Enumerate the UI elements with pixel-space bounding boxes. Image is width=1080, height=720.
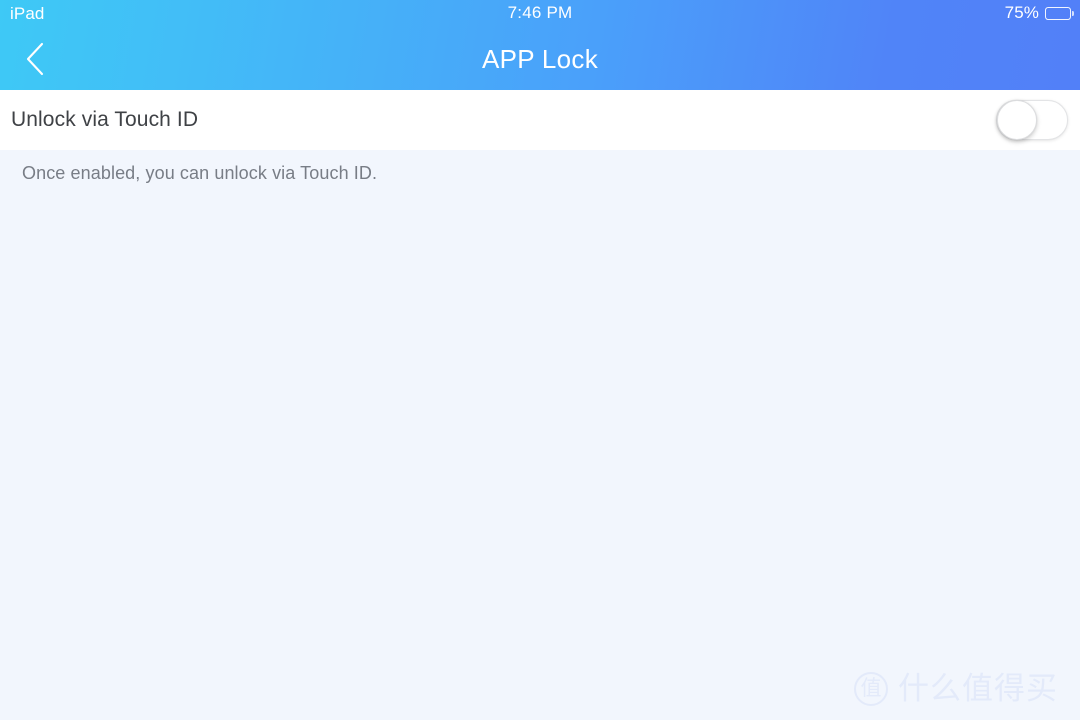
status-bar: iPad 7:46 PM 75%	[0, 0, 1080, 28]
watermark-badge-icon: 值	[854, 672, 888, 706]
touch-id-toggle[interactable]	[996, 100, 1068, 140]
page-title: APP Lock	[481, 44, 599, 74]
status-bar-right-group: 75%	[1004, 3, 1075, 23]
status-time: 7:46 PM	[507, 3, 573, 22]
watermark-text: 什么值得买	[898, 671, 1058, 707]
watermark: 值 什么值得买	[854, 672, 1058, 706]
toggle-knob	[997, 100, 1037, 140]
settings-row-touch-id[interactable]: Unlock via Touch ID	[0, 90, 1080, 150]
app-header: iPad 7:46 PM 75% APP Lock	[0, 0, 1080, 90]
settings-row-description: Once enabled, you can unlock via Touch I…	[22, 163, 378, 183]
battery-percent-label: 75%	[1004, 3, 1039, 22]
battery-icon	[1045, 6, 1075, 20]
settings-row-label: Unlock via Touch ID	[11, 108, 199, 131]
nav-bar: APP Lock	[0, 28, 1080, 90]
